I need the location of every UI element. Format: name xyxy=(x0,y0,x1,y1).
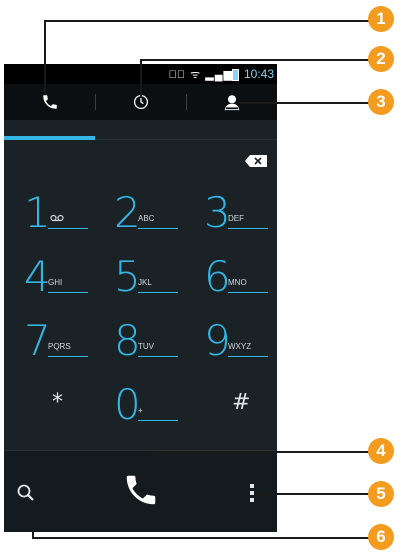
callout-leader-1 xyxy=(44,20,370,22)
dialpad-key-letters: MNO xyxy=(228,278,247,287)
dialpad-key-digit: * xyxy=(52,390,63,415)
dialpad-key-underline xyxy=(228,356,268,357)
status-clock: 10:43 xyxy=(243,67,274,81)
dialpad-key-letters: DEF xyxy=(228,214,244,223)
dialpad-key[interactable]: 1 xyxy=(12,190,102,254)
dialpad-key-digit: 1 xyxy=(24,188,51,237)
dialpad-key-digit: 9 xyxy=(204,316,231,365)
dialpad-key-letters: WXYZ xyxy=(228,342,252,351)
dialpad-key-underline xyxy=(48,356,88,357)
callout-4: 4 xyxy=(368,438,394,464)
dialpad-key[interactable]: 7 PQRS xyxy=(12,318,102,382)
callout-leader-2 xyxy=(140,59,142,97)
dialpad-key-letters: GHI xyxy=(48,278,63,287)
dialpad-key-digit: 5 xyxy=(114,252,141,301)
dial-call-icon[interactable] xyxy=(122,471,160,509)
dialpad-key[interactable]: * xyxy=(12,382,102,446)
person-icon xyxy=(224,95,239,111)
dialpad-key-digit: 3 xyxy=(204,188,231,237)
dialpad-key[interactable]: # xyxy=(192,382,277,446)
dialpad-key-underline xyxy=(228,228,268,229)
backspace-icon[interactable] xyxy=(245,155,267,167)
dialpad-key-underline xyxy=(138,228,178,229)
dialpad-key-letters: TUV xyxy=(138,342,154,351)
callout-leader-6 xyxy=(32,509,34,539)
number-display[interactable] xyxy=(4,120,277,190)
callout-6: 6 xyxy=(368,524,394,550)
callout-leader-2 xyxy=(140,59,370,61)
dialpad-key[interactable]: 9 WXYZ xyxy=(192,318,277,382)
callout-1: 1 xyxy=(368,6,394,32)
dialpad-key[interactable]: 4 GHI xyxy=(12,254,102,318)
dialpad-key[interactable]: 5 JKL xyxy=(102,254,192,318)
dialpad-key-underline xyxy=(48,292,88,293)
callout-leader-1 xyxy=(44,20,46,92)
dialpad-key-digit: 4 xyxy=(24,252,51,301)
dialpad-key-digit: 6 xyxy=(204,252,231,301)
voicemail-icon xyxy=(50,214,64,222)
dialpad-key-underline xyxy=(138,420,178,421)
dialpad-key-digit: 0 xyxy=(114,380,141,429)
dialpad-key-digit: # xyxy=(232,390,251,415)
phone-icon xyxy=(42,95,57,109)
dialer-screen: ◂ﾟ ᯤ ▂▄▆ 10:43 1 2 ABC 3 DEF 4 GHI 5 JKL… xyxy=(4,64,277,532)
dialpad-key-underline xyxy=(228,292,268,293)
dialpad-key-digit: 2 xyxy=(114,188,141,237)
callout-leader-5 xyxy=(258,493,370,495)
callout-3: 3 xyxy=(368,89,394,115)
dialpad-key[interactable]: 6 MNO xyxy=(192,254,277,318)
dialpad-key-letters: + xyxy=(138,406,143,415)
overflow-menu-icon[interactable] xyxy=(248,483,256,503)
callout-leader-4 xyxy=(152,451,370,453)
dialpad-key-digit: 8 xyxy=(114,316,141,365)
dialpad-key[interactable]: 3 DEF xyxy=(192,190,277,254)
dialpad-key[interactable]: 0 + xyxy=(102,382,192,446)
dialpad-key-letters: JKL xyxy=(138,278,152,287)
dialpad-key-letters: ABC xyxy=(138,214,155,223)
dialpad-key[interactable]: 8 TUV xyxy=(102,318,192,382)
callout-leader-6 xyxy=(32,537,370,539)
callout-2: 2 xyxy=(368,46,394,72)
dialpad-key-underline xyxy=(138,356,178,357)
tab-phone[interactable] xyxy=(4,84,95,120)
search-icon[interactable] xyxy=(16,483,36,503)
bottom-action-bar xyxy=(4,450,277,532)
dialpad-key-underline xyxy=(138,292,178,293)
dialpad-key-underline xyxy=(48,228,88,229)
callout-5: 5 xyxy=(368,481,394,507)
battery-icon xyxy=(232,69,239,81)
dialpad-key-digit: 7 xyxy=(24,316,51,365)
callout-leader-3 xyxy=(240,102,370,104)
dialpad-key[interactable]: 2 ABC xyxy=(102,190,192,254)
status-icons: ◂ﾟ ᯤ ▂▄▆ xyxy=(168,69,233,81)
callout-leader-4 xyxy=(152,451,154,471)
dialpad-key-letters: PQRS xyxy=(48,342,71,351)
